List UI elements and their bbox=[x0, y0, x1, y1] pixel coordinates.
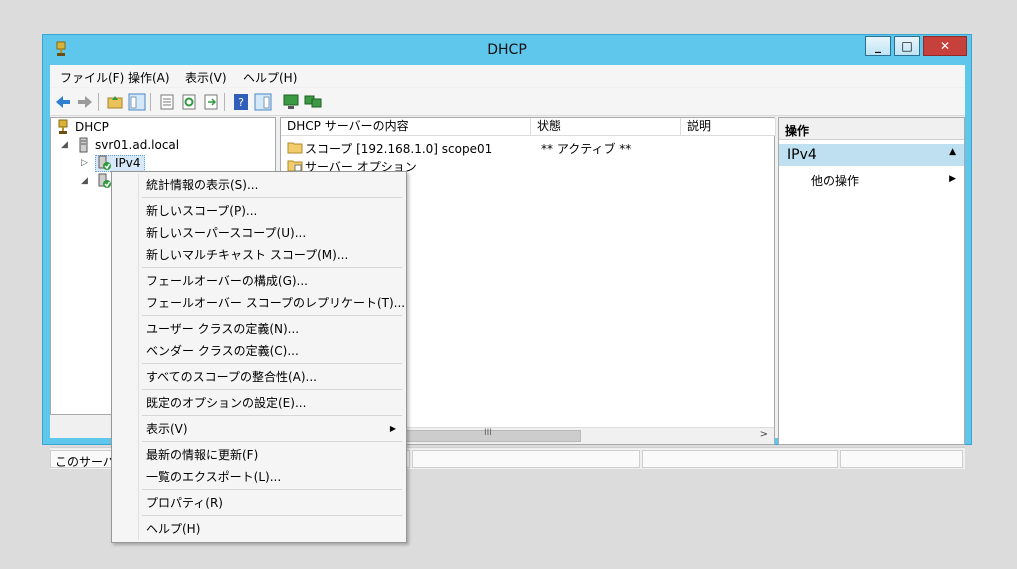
submenu-arrow-icon: ▶ bbox=[389, 424, 396, 433]
server-icon bbox=[79, 137, 88, 153]
context-menu-item-label: 一覧のエクスポート(L)... bbox=[146, 470, 282, 484]
collapse-up-icon[interactable]: ▲ bbox=[949, 147, 956, 157]
actions-header: 操作 bbox=[779, 118, 964, 140]
properties-list-icon[interactable] bbox=[158, 93, 176, 111]
context-menu-item-label: プロパティ(R) bbox=[146, 496, 223, 510]
action-more-actions-label: 他の操作 bbox=[811, 174, 860, 188]
context-menu-item[interactable]: 最新の情報に更新(F) bbox=[114, 444, 404, 466]
context-menu-item-label: 新しいスコープ(P)... bbox=[146, 204, 258, 218]
action-pane-icon[interactable] bbox=[254, 93, 272, 111]
show-tree-icon[interactable] bbox=[128, 93, 146, 111]
context-menu-item[interactable]: 一覧のエクスポート(L)... bbox=[114, 466, 404, 488]
context-menu-item[interactable]: 新しいマルチキャスト スコープ(M)... bbox=[114, 244, 404, 266]
actions-section-ipv4[interactable]: IPv4 ▲ bbox=[779, 144, 964, 166]
context-menu-item-label: ベンダー クラスの定義(C)... bbox=[146, 344, 299, 358]
context-menu-item[interactable]: 新しいスコープ(P)... bbox=[114, 200, 404, 222]
context-menu-item-label: 既定のオプションの設定(E)... bbox=[146, 396, 307, 410]
help-icon[interactable]: ? bbox=[232, 93, 250, 111]
context-menu-item[interactable]: 表示(V) ▶ bbox=[114, 418, 404, 440]
tree-label-dhcp: DHCP bbox=[75, 120, 109, 134]
up-folder-icon[interactable] bbox=[106, 93, 124, 111]
column-header-name[interactable]: DHCP サーバーの内容 bbox=[281, 118, 531, 136]
menu-separator bbox=[142, 515, 402, 516]
maximize-button[interactable]: □ bbox=[894, 36, 920, 56]
menu-view[interactable]: 表示(V) bbox=[185, 69, 227, 86]
menu-separator bbox=[142, 489, 402, 490]
menu-separator bbox=[142, 415, 402, 416]
context-menu-item-label: すべてのスコープの整合性(A)... bbox=[146, 370, 317, 384]
svg-text:?: ? bbox=[238, 96, 244, 109]
menu-separator bbox=[142, 197, 402, 198]
tree-label-server: svr01.ad.local bbox=[95, 138, 180, 152]
folder-icon bbox=[287, 142, 303, 154]
refresh-icon[interactable] bbox=[180, 93, 198, 111]
context-menu-item-label: 統計情報の表示(S)... bbox=[146, 178, 259, 192]
back-arrow-icon[interactable] bbox=[54, 93, 72, 111]
collapse-arrow-icon[interactable]: ◢ bbox=[81, 176, 88, 186]
context-menu-item-label: 最新の情報に更新(F) bbox=[146, 448, 259, 462]
close-button[interactable]: ✕ bbox=[923, 36, 967, 56]
collapse-arrow-icon[interactable]: ◢ bbox=[61, 140, 68, 150]
menu-separator bbox=[142, 315, 402, 316]
status-cell bbox=[412, 450, 640, 468]
window-title: DHCP bbox=[487, 42, 527, 58]
context-menu-item[interactable]: すべてのスコープの整合性(A)... bbox=[114, 366, 404, 388]
column-header-description[interactable]: 説明 bbox=[681, 118, 776, 136]
scope-status: ** アクティブ ** bbox=[541, 142, 632, 156]
monitor-icon[interactable] bbox=[282, 93, 300, 111]
status-cell bbox=[642, 450, 838, 468]
actions-pane: 操作 IPv4 ▲ 他の操作 ▶ bbox=[778, 117, 965, 445]
expand-arrow-icon[interactable]: ▷ bbox=[81, 158, 88, 168]
menu-separator bbox=[142, 441, 402, 442]
scope-name: スコープ [192.168.1.0] scope01 bbox=[305, 142, 493, 156]
submenu-arrow-icon[interactable]: ▶ bbox=[949, 174, 956, 184]
status-cell bbox=[840, 450, 963, 468]
ipv6-server-check-icon bbox=[98, 173, 111, 188]
minimize-button[interactable]: _ bbox=[865, 36, 891, 56]
context-menu-item-label: フェールオーバーの構成(G)... bbox=[146, 274, 308, 288]
scrollbar-thumb[interactable]: III bbox=[401, 428, 581, 442]
ipv4-server-check-icon bbox=[98, 155, 111, 170]
context-menu-item[interactable]: ヘルプ(H) bbox=[114, 518, 404, 540]
context-menu-item-label: フェールオーバー スコープのレプリケート(T)... bbox=[146, 296, 406, 310]
menu-file[interactable]: ファイル(F) bbox=[60, 69, 124, 86]
context-menu-item-label: ヘルプ(H) bbox=[146, 522, 201, 536]
context-menu-item[interactable]: 新しいスーパースコープ(U)... bbox=[114, 222, 404, 244]
menu-action[interactable]: 操作(A) bbox=[128, 69, 170, 86]
context-menu-item[interactable]: ベンダー クラスの定義(C)... bbox=[114, 340, 404, 362]
menu-help[interactable]: ヘルプ(H) bbox=[243, 69, 297, 86]
context-menu-item[interactable]: 統計情報の表示(S)... bbox=[114, 174, 404, 196]
scroll-right-icon[interactable]: > bbox=[760, 429, 768, 440]
export-icon[interactable] bbox=[202, 93, 220, 111]
server-computers-icon[interactable] bbox=[304, 93, 322, 111]
context-menu: 統計情報の表示(S)... 新しいスコープ(P)... 新しいスーパースコープ(U)… bbox=[111, 171, 407, 543]
dhcp-trophy-icon bbox=[58, 119, 68, 134]
context-menu-item-label: 表示(V) bbox=[146, 422, 188, 436]
column-header-status[interactable]: 状態 bbox=[531, 118, 681, 136]
context-menu-item[interactable]: プロパティ(R) bbox=[114, 492, 404, 514]
title-bar[interactable]: DHCP _ □ ✕ bbox=[43, 35, 971, 65]
forward-arrow-icon[interactable] bbox=[76, 93, 94, 111]
context-menu-item-label: 新しいスーパースコープ(U)... bbox=[146, 226, 307, 240]
menu-bar: ファイル(F) 操作(A) 表示(V) ヘルプ(H) bbox=[50, 65, 965, 87]
context-menu-item-label: 新しいマルチキャスト スコープ(M)... bbox=[146, 248, 349, 262]
context-menu-item[interactable]: フェールオーバー スコープのレプリケート(T)... bbox=[114, 292, 406, 314]
context-menu-item[interactable]: ユーザー クラスの定義(N)... bbox=[114, 318, 404, 340]
actions-section-label: IPv4 bbox=[787, 147, 817, 163]
context-menu-item[interactable]: 既定のオプションの設定(E)... bbox=[114, 392, 404, 414]
action-more-actions[interactable]: 他の操作 bbox=[811, 172, 859, 189]
tree-label-ipv4: IPv4 bbox=[115, 156, 141, 170]
menu-separator bbox=[142, 363, 402, 364]
toolbar: ? bbox=[50, 88, 965, 116]
menu-separator bbox=[142, 267, 402, 268]
menu-separator bbox=[142, 389, 402, 390]
context-menu-item-label: ユーザー クラスの定義(N)... bbox=[146, 322, 300, 336]
context-menu-item[interactable]: フェールオーバーの構成(G)... bbox=[114, 270, 404, 292]
